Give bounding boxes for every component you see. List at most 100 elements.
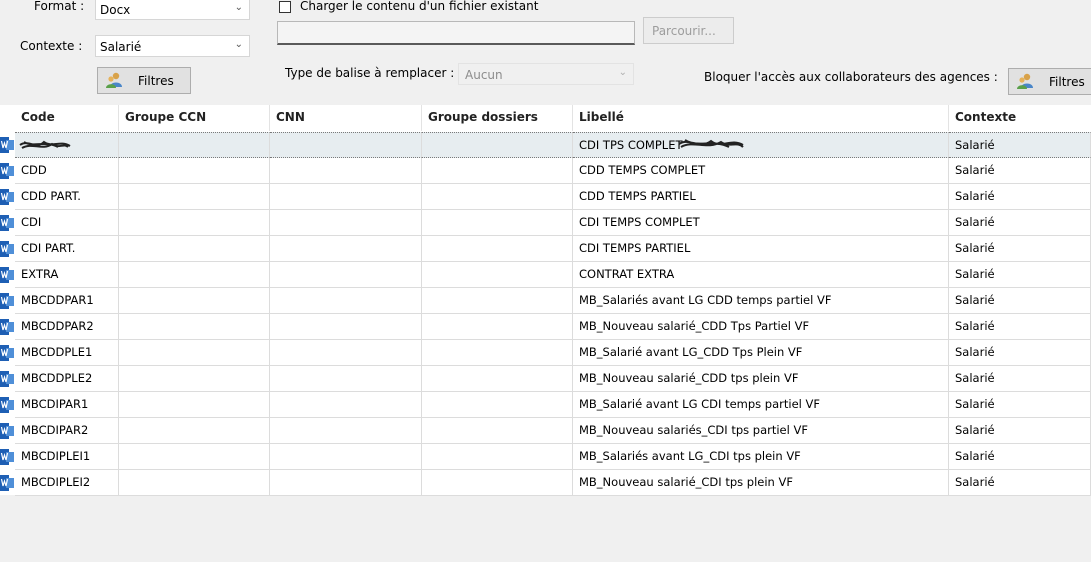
browse-button-label: Parcourir... bbox=[652, 24, 716, 38]
word-document-icon bbox=[0, 215, 14, 231]
load-existing-file-label: Charger le contenu d'un fichier existant bbox=[300, 0, 539, 13]
cell-contexte: Salarié bbox=[949, 314, 1091, 340]
cell-cnn bbox=[270, 314, 422, 340]
cell-code: EXTRA bbox=[15, 262, 119, 288]
column-header-libelle[interactable]: Libellé bbox=[573, 105, 949, 131]
cell-groupe-ccn bbox=[119, 132, 270, 158]
table-row[interactable]: CDI CDI TEMPS COMPLET Salarié bbox=[0, 210, 1091, 236]
filtres-button-label: Filtres bbox=[138, 74, 174, 88]
cell-groupe-ccn bbox=[119, 366, 270, 392]
cell-cnn bbox=[270, 444, 422, 470]
cell-libelle: MB_Salarié avant LG CDI temps partiel VF bbox=[573, 392, 949, 418]
contexte-select[interactable]: Salarié ⌄ bbox=[95, 35, 250, 57]
filtres-right-button[interactable]: Filtres bbox=[1008, 68, 1091, 95]
tag-type-select[interactable]: Aucun ⌄ bbox=[458, 63, 634, 85]
cell-cnn bbox=[270, 158, 422, 184]
cell-contexte: Salarié bbox=[949, 288, 1091, 314]
block-access-label: Bloquer l'accès aux collaborateurs des a… bbox=[704, 70, 998, 84]
word-document-icon bbox=[0, 345, 14, 361]
word-document-icon bbox=[0, 137, 14, 153]
cell-cnn bbox=[270, 184, 422, 210]
table-header: Code Groupe CCN CNN Groupe dossiers Libe… bbox=[0, 105, 1091, 131]
cell-groupe-ccn bbox=[119, 158, 270, 184]
table-row[interactable]: CDI TPS COMPLET Salarié bbox=[0, 132, 1091, 158]
cell-groupe-dossiers bbox=[422, 158, 573, 184]
cell-libelle: MB_Nouveau salarié_CDD tps plein VF bbox=[573, 366, 949, 392]
cell-groupe-ccn bbox=[119, 236, 270, 262]
cell-code: MBCDDPAR2 bbox=[15, 314, 119, 340]
contexte-select-value: Salarié bbox=[100, 40, 142, 54]
cell-contexte: Salarié bbox=[949, 262, 1091, 288]
cell-groupe-ccn bbox=[119, 314, 270, 340]
chevron-down-icon: ⌄ bbox=[234, 39, 243, 50]
cell-contexte: Salarié bbox=[949, 418, 1091, 444]
cell-groupe-ccn bbox=[119, 210, 270, 236]
word-document-icon bbox=[0, 189, 14, 205]
cell-groupe-dossiers bbox=[422, 262, 573, 288]
cell-groupe-dossiers bbox=[422, 314, 573, 340]
cell-groupe-dossiers bbox=[422, 340, 573, 366]
cell-code: CDD bbox=[15, 158, 119, 184]
table-row[interactable]: CDD CDD TEMPS COMPLET Salarié bbox=[0, 158, 1091, 184]
cell-code: MBCDIPLEI2 bbox=[15, 470, 119, 496]
cell-contexte: Salarié bbox=[949, 210, 1091, 236]
cell-contexte: Salarié bbox=[949, 470, 1091, 496]
cell-contexte: Salarié bbox=[949, 184, 1091, 210]
chevron-down-icon: ⌄ bbox=[618, 67, 627, 78]
cell-contexte: Salarié bbox=[949, 392, 1091, 418]
cell-code: CDI PART. bbox=[15, 236, 119, 262]
cell-cnn bbox=[270, 262, 422, 288]
cell-libelle: CDD TEMPS COMPLET bbox=[573, 158, 949, 184]
format-select[interactable]: Docx ⌄ bbox=[95, 0, 250, 20]
tag-type-select-value: Aucun bbox=[465, 68, 503, 82]
file-path-input[interactable] bbox=[277, 21, 635, 45]
table-row[interactable]: MBCDIPAR1 MB_Salarié avant LG CDI temps p… bbox=[0, 392, 1091, 418]
cell-groupe-ccn bbox=[119, 288, 270, 314]
cell-groupe-ccn bbox=[119, 392, 270, 418]
cell-groupe-ccn bbox=[119, 470, 270, 496]
cell-groupe-dossiers bbox=[422, 392, 573, 418]
word-document-icon bbox=[0, 397, 14, 413]
cell-groupe-ccn bbox=[119, 340, 270, 366]
cell-cnn bbox=[270, 210, 422, 236]
cell-contexte: Salarié bbox=[949, 158, 1091, 184]
cell-libelle: MB_Nouveau salarié_CDI tps plein VF bbox=[573, 470, 949, 496]
table-row[interactable]: MBCDDPAR1 MB_Salariés avant LG CDD temps … bbox=[0, 288, 1091, 314]
tag-type-label: Type de balise à remplacer : bbox=[285, 66, 455, 80]
column-header-contexte[interactable]: Contexte bbox=[949, 105, 1091, 131]
load-existing-file-checkbox[interactable] bbox=[279, 1, 291, 13]
contexte-label: Contexte : bbox=[20, 39, 83, 53]
redaction-scribble bbox=[19, 140, 71, 149]
cell-groupe-dossiers bbox=[422, 236, 573, 262]
table-row[interactable]: MBCDDPLE2 MB_Nouveau salarié_CDD tps plei… bbox=[0, 366, 1091, 392]
table-row[interactable]: MBCDIPLEI1 MB_Salariés avant LG_CDI tps p… bbox=[0, 444, 1091, 470]
users-filter-icon bbox=[1017, 73, 1033, 89]
browse-button[interactable]: Parcourir... bbox=[643, 17, 734, 44]
cell-groupe-dossiers bbox=[422, 366, 573, 392]
table-row[interactable]: MBCDIPLEI2 MB_Nouveau salarié_CDI tps ple… bbox=[0, 470, 1091, 496]
table-row[interactable]: CDI PART. CDI TEMPS PARTIEL Salarié bbox=[0, 236, 1091, 262]
word-document-icon bbox=[0, 293, 14, 309]
table-row[interactable]: MBCDIPAR2 MB_Nouveau salariés_CDI tps par… bbox=[0, 418, 1091, 444]
word-document-icon bbox=[0, 241, 14, 257]
column-header-cnn[interactable]: CNN bbox=[270, 105, 422, 131]
column-header-groupe-ccn[interactable]: Groupe CCN bbox=[119, 105, 270, 131]
cell-groupe-ccn bbox=[119, 184, 270, 210]
cell-groupe-dossiers bbox=[422, 210, 573, 236]
cell-code: MBCDIPAR1 bbox=[15, 392, 119, 418]
table-row[interactable]: CDD PART. CDD TEMPS PARTIEL Salarié bbox=[0, 184, 1091, 210]
table-row[interactable]: MBCDDPLE1 MB_Salarié avant LG_CDD Tps Ple… bbox=[0, 340, 1091, 366]
filtres-button[interactable]: Filtres bbox=[97, 67, 191, 94]
cell-libelle: MB_Salarié avant LG_CDD Tps Plein VF bbox=[573, 340, 949, 366]
column-header-groupe-dossiers[interactable]: Groupe dossiers bbox=[422, 105, 573, 131]
table-row[interactable]: EXTRA CONTRAT EXTRA Salarié bbox=[0, 262, 1091, 288]
column-header-code[interactable]: Code bbox=[15, 105, 119, 131]
cell-cnn bbox=[270, 366, 422, 392]
word-document-icon bbox=[0, 163, 14, 179]
word-document-icon bbox=[0, 475, 14, 491]
cell-libelle: CDI TPS COMPLET bbox=[573, 132, 949, 158]
cell-code: CDI bbox=[15, 210, 119, 236]
table-row[interactable]: MBCDDPAR2 MB_Nouveau salarié_CDD Tps Part… bbox=[0, 314, 1091, 340]
cell-contexte: Salarié bbox=[949, 132, 1091, 158]
cell-contexte: Salarié bbox=[949, 366, 1091, 392]
